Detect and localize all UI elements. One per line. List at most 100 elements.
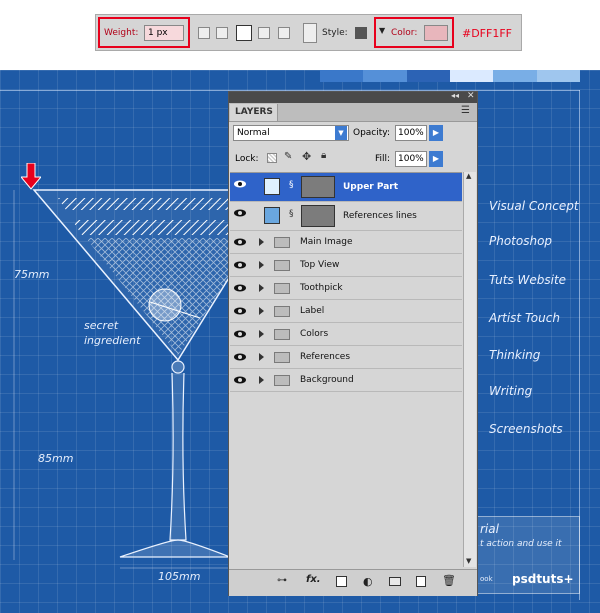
folder-icon [274,260,290,271]
layer-thumbnail [264,178,280,195]
nav-item-visual-concept[interactable]: Visual Concept [489,199,579,213]
blend-mode-value: Normal [237,128,270,138]
expand-arrow-icon[interactable] [259,261,264,269]
layer-name: Top View [300,260,340,270]
expand-arrow-icon[interactable] [259,330,264,338]
visibility-eye-icon[interactable] [234,306,246,316]
new-path-mode-icon[interactable] [198,27,210,39]
folder-icon [274,352,290,363]
nav-item-screenshots[interactable]: Screenshots [489,422,563,436]
panel-menu-icon[interactable]: ☰ [461,105,470,116]
visibility-eye-icon[interactable] [234,329,246,339]
subtract-path-mode-icon[interactable] [236,25,252,41]
layer-row-main-image[interactable]: Main Image [230,231,462,254]
lock-position-icon[interactable]: ✥ [302,150,311,163]
trash-icon[interactable]: 🗑︎ [442,574,456,587]
blend-mode-select[interactable]: Normal ▼ [233,125,349,141]
chain-link-icon: § [289,209,294,219]
layer-list-scrollbar[interactable]: ▲ ▼ [463,172,476,567]
panel-bottom-bar: ⊶ fx. ◐ 🗑︎ [229,569,477,596]
folder-icon [274,237,290,248]
layer-row-upper-part[interactable]: § Upper Part [230,173,462,202]
lock-pixels-icon[interactable]: ✎ [284,151,292,162]
opacity-arrow-icon[interactable]: ▶ [429,125,443,141]
layer-row-references-lines[interactable]: § References lines [230,202,462,231]
style-dropdown-arrow-icon[interactable]: ▼ [379,26,385,35]
lock-transparency-icon[interactable] [267,153,277,163]
layer-row-label[interactable]: Label [230,300,462,323]
options-bar: Weight: Style: ▼ Color: #DFF1FF [95,14,522,51]
layer-row-toothpick[interactable]: Toothpick [230,277,462,300]
fill-arrow-icon[interactable]: ▶ [429,151,443,167]
layer-row-background[interactable]: Background [230,369,462,392]
tutorial-title: rial [480,522,499,536]
red-marker-arrow-icon [19,162,43,190]
intersect-path-mode-icon[interactable] [258,27,270,39]
layer-thumbnail [264,207,280,224]
add-mask-icon[interactable] [336,576,347,587]
note-line-1: secret [84,319,119,332]
color-hex-annotation: #DFF1FF [462,27,512,40]
close-icon[interactable]: ✕ [467,91,475,101]
expand-arrow-icon[interactable] [259,307,264,315]
panel-top-bar [229,92,477,103]
color-label: Color: [391,28,418,38]
fx-icon[interactable]: fx. [306,574,321,585]
folder-icon [274,283,290,294]
color-swatch[interactable] [424,25,448,41]
nav-item-photoshop[interactable]: Photoshop [489,234,552,248]
scroll-up-arrow-icon[interactable]: ▲ [466,172,471,180]
expand-arrow-icon[interactable] [259,238,264,246]
layer-name: References [300,352,351,362]
new-group-folder-icon[interactable] [389,577,401,586]
tab-layers[interactable]: LAYERS [230,104,278,121]
link-style-icon[interactable] [303,23,317,43]
visibility-eye-icon[interactable] [234,352,246,362]
layer-name: Background [300,375,354,385]
nav-item-writing[interactable]: Writing [489,384,532,398]
layer-row-top-view[interactable]: Top View [230,254,462,277]
note-line-2: ingredient [84,334,141,347]
chain-link-icon: § [289,180,294,190]
expand-arrow-icon[interactable] [259,284,264,292]
layer-name: Upper Part [343,182,399,192]
tutorial-subtitle: t action and use it [480,539,562,549]
expand-arrow-icon[interactable] [259,376,264,384]
dimension-85mm: 85mm [38,452,74,465]
visibility-eye-icon[interactable] [234,283,246,293]
visibility-eye-icon[interactable] [234,179,246,189]
style-swatch[interactable] [355,27,367,39]
expand-arrow-icon[interactable] [259,353,264,361]
nav-item-tuts-website[interactable]: Tuts Website [489,273,566,287]
visibility-eye-icon[interactable] [234,208,246,218]
layer-row-colors[interactable]: Colors [230,323,462,346]
scroll-down-arrow-icon[interactable]: ▼ [466,557,471,565]
new-layer-icon[interactable] [416,576,426,587]
style-label: Style: [322,28,348,38]
layer-name: Toothpick [300,283,343,293]
layer-row-references[interactable]: References [230,346,462,369]
opacity-label: Opacity: [353,128,390,138]
nav-item-thinking[interactable]: Thinking [489,348,540,362]
link-layers-icon[interactable]: ⊶ [277,575,287,586]
visibility-eye-icon[interactable] [234,260,246,270]
layers-panel: ◂◂ ✕ LAYERS ☰ Normal ▼ Opacity: ▶ Lock: … [228,91,478,596]
weight-label: Weight: [104,28,139,38]
dimension-105mm: 105mm [158,570,201,583]
layer-name: Main Image [300,237,353,247]
exclude-path-mode-icon[interactable] [278,27,290,39]
fill-input[interactable] [395,151,427,167]
lock-all-icon[interactable]: 🔒︎ [321,150,326,161]
nav-item-artist-touch[interactable]: Artist Touch [489,311,560,325]
fill-label: Fill: [375,154,391,164]
opacity-input[interactable] [395,125,427,141]
visibility-eye-icon[interactable] [234,375,246,385]
collapse-icon[interactable]: ◂◂ [451,91,459,100]
add-path-mode-icon[interactable] [216,27,228,39]
vector-mask-thumbnail [301,176,335,198]
dimension-75mm: 75mm [14,268,50,281]
visibility-eye-icon[interactable] [234,237,246,247]
weight-input[interactable] [144,25,184,41]
folder-icon [274,375,290,386]
adjustment-layer-icon[interactable]: ◐ [363,575,373,588]
